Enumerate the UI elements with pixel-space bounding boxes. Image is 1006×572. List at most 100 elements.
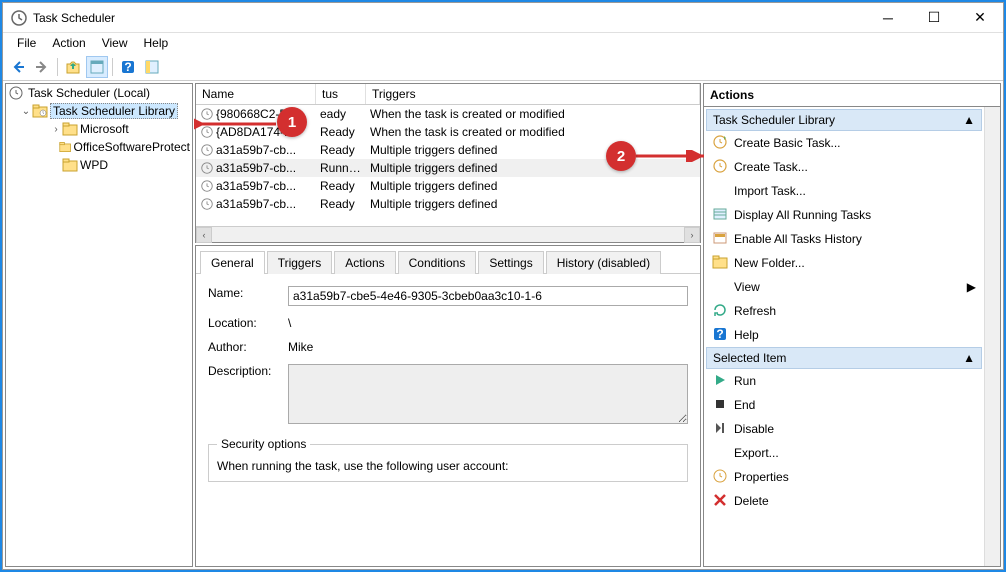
security-options-box: Security options When running the task, …: [208, 437, 688, 482]
actions-section-library[interactable]: Task Scheduler Library ▲: [706, 109, 982, 131]
action-label: Create Basic Task...: [734, 136, 841, 150]
action-new-folder-[interactable]: New Folder...: [706, 251, 982, 275]
task-row[interactable]: a31a59b7-cb...ReadyMultiple triggers def…: [196, 177, 700, 195]
column-name[interactable]: Name: [196, 84, 316, 104]
security-text: When running the task, use the following…: [217, 459, 679, 473]
up-level-button[interactable]: [62, 56, 84, 78]
horizontal-scrollbar[interactable]: ‹ ›: [196, 226, 700, 242]
column-triggers[interactable]: Triggers: [366, 84, 700, 104]
task-status: Ready: [316, 143, 366, 157]
action-view[interactable]: View▶: [706, 275, 982, 299]
maximize-button[interactable]: ☐: [911, 3, 957, 33]
expand-toggle[interactable]: ›: [50, 124, 62, 135]
forward-button[interactable]: [31, 56, 53, 78]
tab-general[interactable]: General: [200, 251, 265, 274]
folder-icon: [59, 139, 71, 155]
tab-triggers[interactable]: Triggers: [267, 251, 333, 274]
scroll-left-button[interactable]: ‹: [196, 227, 212, 243]
action-label: Enable All Tasks History: [734, 232, 862, 246]
action-label: Display All Running Tasks: [734, 208, 871, 222]
action-label: Import Task...: [734, 184, 806, 198]
action-export-[interactable]: Export...: [706, 441, 982, 465]
tree-root-label: Task Scheduler (Local): [26, 86, 152, 100]
tree-root[interactable]: Task Scheduler (Local): [6, 84, 192, 102]
actions-header: Actions: [703, 83, 1001, 107]
name-input[interactable]: [288, 286, 688, 306]
display-icon: [712, 206, 728, 225]
collapse-icon: ▲: [963, 113, 975, 127]
action-label: Create Task...: [734, 160, 808, 174]
tab-history-disabled-[interactable]: History (disabled): [546, 251, 661, 274]
annotation-1: 1: [277, 107, 307, 137]
delete-icon: [712, 492, 728, 511]
close-button[interactable]: ✕: [957, 3, 1003, 33]
help-icon: ?: [712, 326, 728, 345]
menu-action[interactable]: Action: [44, 34, 93, 52]
tree-child-microsoft[interactable]: › Microsoft: [6, 120, 192, 138]
blank-icon: [712, 278, 728, 297]
help-button[interactable]: ?: [117, 56, 139, 78]
scroll-right-button[interactable]: ›: [684, 227, 700, 243]
annotation-arrow-1: [194, 118, 276, 130]
expand-toggle[interactable]: ⌄: [20, 106, 32, 117]
action-disable[interactable]: Disable: [706, 417, 982, 441]
column-status[interactable]: tus: [316, 84, 366, 104]
create-basic-icon: [712, 134, 728, 153]
minimize-button[interactable]: ─: [865, 3, 911, 33]
action-create-basic-task-[interactable]: Create Basic Task...: [706, 131, 982, 155]
task-triggers: When the task is created or modified: [366, 107, 700, 121]
menu-file[interactable]: File: [9, 34, 44, 52]
action-delete[interactable]: Delete: [706, 489, 982, 513]
vertical-scrollbar[interactable]: [984, 107, 1000, 566]
action-enable-all-tasks-history[interactable]: Enable All Tasks History: [706, 227, 982, 251]
toolbar-separator: [57, 58, 58, 76]
action-label: Refresh: [734, 304, 776, 318]
actions-section-selected[interactable]: Selected Item ▲: [706, 347, 982, 369]
action-properties[interactable]: Properties: [706, 465, 982, 489]
enable-icon: [712, 230, 728, 249]
svg-text:?: ?: [716, 327, 723, 341]
titlebar: Task Scheduler ─ ☐ ✕: [3, 3, 1003, 33]
action-refresh[interactable]: Refresh: [706, 299, 982, 323]
task-row[interactable]: a31a59b7-cb...ReadyMultiple triggers def…: [196, 195, 700, 213]
menubar: File Action View Help: [3, 33, 1003, 53]
properties-button[interactable]: [141, 56, 163, 78]
section-label: Selected Item: [713, 351, 786, 365]
action-pane-button[interactable]: [86, 56, 108, 78]
actions-pane: Actions Task Scheduler Library ▲ Create …: [703, 83, 1001, 567]
description-textarea[interactable]: [288, 364, 688, 424]
tree-child-office[interactable]: OfficeSoftwareProtect: [6, 138, 192, 156]
task-details: GeneralTriggersActionsConditionsSettings…: [195, 245, 701, 567]
action-help[interactable]: ?Help: [706, 323, 982, 347]
security-legend: Security options: [217, 437, 310, 451]
tree-child-label: Microsoft: [78, 122, 131, 136]
action-label: Delete: [734, 494, 769, 508]
action-label: End: [734, 398, 755, 412]
task-name: a31a59b7-cb...: [216, 143, 296, 157]
tree-library[interactable]: ⌄ Task Scheduler Library: [6, 102, 192, 120]
task-triggers: When the task is created or modified: [366, 125, 700, 139]
location-label: Location:: [208, 316, 288, 330]
tab-settings[interactable]: Settings: [478, 251, 543, 274]
task-status: Ready: [316, 197, 366, 211]
action-end[interactable]: End: [706, 393, 982, 417]
folder-icon: [712, 254, 728, 273]
menu-view[interactable]: View: [94, 34, 136, 52]
action-create-task-[interactable]: Create Task...: [706, 155, 982, 179]
action-label: New Folder...: [734, 256, 805, 270]
menu-help[interactable]: Help: [136, 34, 177, 52]
action-import-task-[interactable]: Import Task...: [706, 179, 982, 203]
tree-child-wpd[interactable]: WPD: [6, 156, 192, 174]
blank-icon: [712, 444, 728, 463]
tab-conditions[interactable]: Conditions: [398, 251, 477, 274]
tab-actions[interactable]: Actions: [334, 251, 395, 274]
navigation-tree[interactable]: Task Scheduler (Local) ⌄ Task Scheduler …: [5, 83, 193, 567]
action-display-all-running-tasks[interactable]: Display All Running Tasks: [706, 203, 982, 227]
tree-child-label: WPD: [78, 158, 110, 172]
task-status: Running: [316, 161, 366, 175]
section-label: Task Scheduler Library: [713, 113, 835, 127]
author-value: Mike: [288, 340, 688, 354]
back-button[interactable]: [7, 56, 29, 78]
action-run[interactable]: Run: [706, 369, 982, 393]
end-icon: [712, 396, 728, 415]
